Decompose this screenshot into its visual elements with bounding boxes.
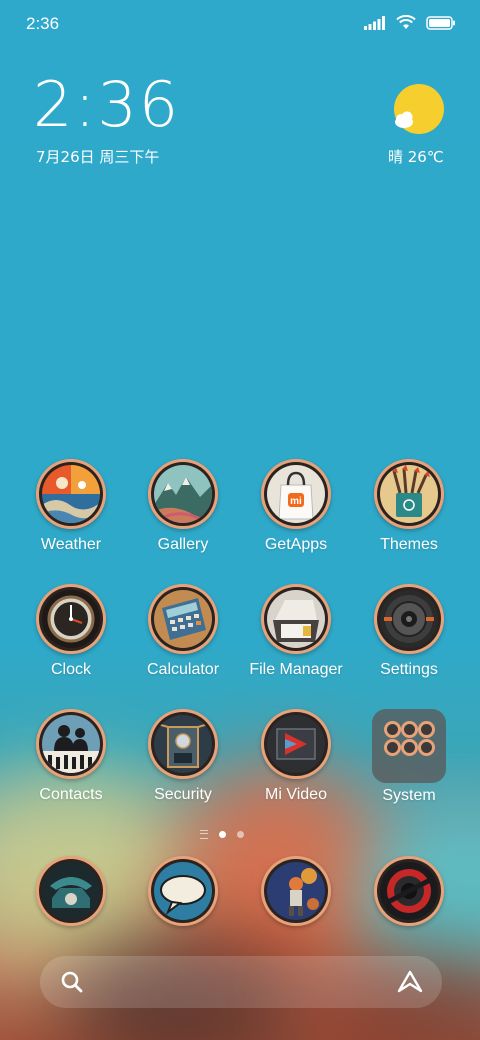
app-weather[interactable]: Weather (15, 459, 127, 554)
status-bar: 2:36 (0, 0, 480, 50)
app-label: Calculator (146, 661, 220, 678)
getapps-icon: mi (261, 459, 331, 529)
app-label: Themes (380, 536, 438, 553)
dock-camera[interactable] (353, 856, 465, 926)
svg-text:mi: mi (290, 496, 302, 507)
search-bar[interactable] (40, 956, 442, 1008)
app-settings[interactable]: Settings (353, 584, 465, 679)
contacts-icon (36, 709, 106, 779)
app-security[interactable]: Security (127, 709, 239, 804)
battery-icon (426, 15, 456, 34)
app-label: File Manager (249, 661, 343, 678)
app-label: Gallery (157, 536, 209, 553)
clock-widget-date[interactable]: 7月26日 周三下午 (36, 146, 159, 167)
themes-icon (374, 459, 444, 529)
clock-icon (36, 584, 106, 654)
app-label: Clock (50, 661, 91, 678)
signal-icon (364, 15, 386, 34)
app-label: GetApps (264, 536, 328, 553)
app-contacts[interactable]: Contacts (15, 709, 127, 804)
page-list-icon[interactable] (200, 830, 208, 839)
app-label: System (382, 787, 436, 804)
app-gallery[interactable]: Gallery (127, 459, 239, 554)
phone-icon (36, 856, 106, 926)
app-mi-video[interactable]: Mi Video (240, 709, 352, 804)
settings-icon (374, 584, 444, 654)
status-time: 2:36 (26, 14, 60, 33)
page-dot[interactable] (237, 831, 244, 838)
search-icon[interactable] (60, 970, 84, 994)
app-label: Security (154, 786, 212, 803)
weather-icon (36, 459, 106, 529)
calculator-icon (148, 584, 218, 654)
dock-phone[interactable] (15, 856, 127, 926)
dock-browser[interactable] (240, 856, 352, 926)
weather-widget-text[interactable]: 晴 26℃ (388, 146, 444, 167)
messages-icon (148, 856, 218, 926)
wifi-icon (396, 14, 416, 34)
status-icons (364, 14, 456, 34)
clock-widget-time[interactable]: 2:36 (33, 74, 180, 136)
app-label: Weather (40, 536, 102, 553)
security-icon (148, 709, 218, 779)
camera-icon (374, 856, 444, 926)
file-manager-icon (261, 584, 331, 654)
sun-cloud-icon[interactable] (392, 84, 444, 136)
app-label: Settings (380, 661, 438, 678)
folder-icon (372, 709, 446, 783)
app-clock[interactable]: Clock (15, 584, 127, 679)
app-themes[interactable]: Themes (353, 459, 465, 554)
app-label: Contacts (39, 786, 103, 803)
app-calculator[interactable]: Calculator (127, 584, 239, 679)
browser-icon (261, 856, 331, 926)
dock-messages[interactable] (127, 856, 239, 926)
page-dot-active[interactable] (219, 831, 226, 838)
assistant-icon[interactable] (396, 969, 424, 995)
mi-video-icon (261, 709, 331, 779)
app-system-folder[interactable]: System (353, 709, 465, 805)
gallery-icon (148, 459, 218, 529)
app-label: Mi Video (265, 786, 327, 803)
app-getapps[interactable]: mi GetApps (240, 459, 352, 554)
page-indicator[interactable] (200, 830, 244, 839)
app-file-manager[interactable]: File Manager (240, 584, 352, 679)
